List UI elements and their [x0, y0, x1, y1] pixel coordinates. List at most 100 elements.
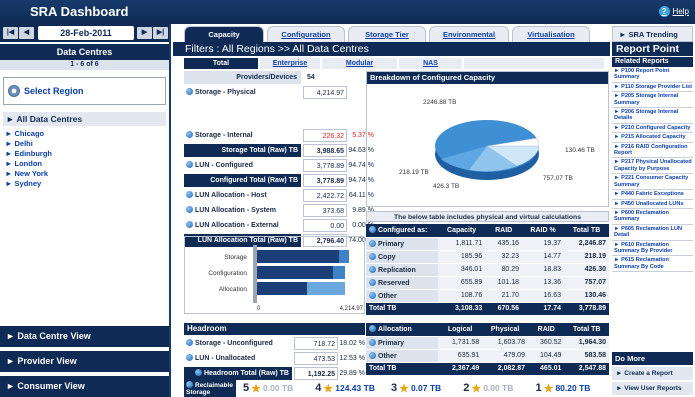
lun-configured-text: LUN - Configured — [195, 162, 253, 169]
report-link[interactable]: ► P600 Reclamation Summary — [612, 209, 693, 225]
col-physical: Physical — [482, 323, 528, 337]
row-label[interactable]: Copy — [366, 250, 438, 264]
storage-internal-label[interactable]: Storage - Internal — [184, 129, 301, 142]
tier-number: 3 — [390, 382, 398, 394]
storage-internal-text: Storage - Internal — [195, 132, 253, 139]
star-icon: ★ — [471, 382, 482, 395]
provider-view-button[interactable]: ► Provider View — [0, 351, 169, 372]
subtab-enterprise[interactable]: Enterprise — [260, 58, 320, 69]
tab-storage-tier[interactable]: Storage Tier — [348, 26, 426, 42]
cell: 3,778.89 — [564, 302, 609, 316]
data-centre-edinburgh[interactable]: ► Edinburgh — [5, 149, 169, 159]
report-link[interactable]: ► P110 Storage Provider List — [612, 83, 693, 93]
cell: 80.29 — [485, 263, 523, 277]
create-report-button[interactable]: ► Create a Report — [612, 367, 693, 380]
last-date-button[interactable]: ▶| — [153, 27, 168, 39]
data-centre-london[interactable]: ► London — [5, 159, 169, 169]
report-link[interactable]: ► P217 Physical Unallocated Capacity by … — [612, 158, 693, 175]
star-icon: ★ — [323, 382, 334, 395]
data-centre-chicago[interactable]: ► Chicago — [5, 129, 169, 139]
tab-environmental[interactable]: Environmental — [429, 26, 509, 42]
next-date-button[interactable]: ▶ — [137, 27, 152, 39]
report-link[interactable]: ► P450 Unallocated LUNs — [612, 200, 693, 209]
reclaim-link[interactable]: 124.43 TB — [335, 383, 375, 393]
report-link[interactable]: ► P210 Configured Capacity — [612, 124, 693, 134]
report-link[interactable]: ► P605 Reclamation LUN Detail — [612, 225, 693, 241]
all-data-centres[interactable]: ► All Data Centres — [3, 112, 166, 126]
reclaim-link[interactable]: 0.07 TB — [411, 383, 441, 393]
unconfigured-label[interactable]: Storage - Unconfigured — [184, 337, 292, 350]
configured-total-row: Configured Total (Raw) TB 3,778.89 94.74… — [184, 174, 374, 187]
col-allocation-label: Allocation — [378, 326, 412, 334]
data-centre-label: New York — [14, 169, 49, 178]
col-capacity: Capacity — [438, 224, 486, 238]
pie-chart-title: Breakdown of Configured Capacity — [367, 72, 608, 84]
lun-configured-label[interactable]: LUN - Configured — [184, 159, 301, 172]
headroom-total-text: Headroom Total (Raw) TB — [203, 370, 289, 377]
report-link[interactable]: ► P216 RAID Configuration Report — [612, 143, 693, 159]
lun-host-label[interactable]: LUN Allocation - Host — [184, 189, 301, 202]
row-label[interactable]: Other — [366, 289, 438, 303]
data-centre-sydney[interactable]: ► Sydney — [5, 179, 169, 189]
row-label-text: Reserved — [378, 279, 410, 287]
info-icon — [186, 88, 193, 95]
cell: 655.89 — [438, 276, 486, 290]
cell: 2,547.88 — [564, 362, 609, 376]
report-link[interactable]: ► P440 Fabric Exceptions — [612, 190, 693, 200]
lun-external-row: LUN Allocation - External 0.00 0.00 % — [184, 219, 374, 232]
table-header: Allocation Logical Physical RAID Total T… — [366, 323, 609, 337]
tab-capacity[interactable]: Capacity — [184, 26, 264, 42]
cell: 1,731.58 — [438, 336, 483, 350]
row-label[interactable]: Other — [366, 349, 438, 363]
row-label[interactable]: Primary — [366, 237, 438, 251]
col-logical: Logical — [438, 323, 483, 337]
subtab-total[interactable]: Total — [184, 58, 258, 69]
region-icon — [8, 85, 20, 97]
report-link[interactable]: ► P215 Allocated Capacity — [612, 133, 693, 143]
row-label[interactable]: Reserved — [366, 276, 438, 290]
report-link[interactable]: ► P221 Consumer Capacity Summary — [612, 174, 693, 191]
pie-label-other: 130.46 TB — [565, 147, 595, 154]
view-user-reports-button[interactable]: ► View User Reports — [612, 382, 693, 395]
cell: 130.46 — [564, 289, 609, 303]
consumer-view-button[interactable]: ► Consumer View — [0, 376, 169, 397]
reclaim-link[interactable]: 0.00 TB — [263, 383, 293, 393]
select-region-link[interactable]: Select Region — [24, 86, 84, 96]
cell: 14.77 — [522, 250, 565, 264]
subtab-modular[interactable]: Modular — [322, 58, 397, 69]
sra-trending-button[interactable]: ► SRA Trending — [612, 26, 693, 42]
row-label[interactable]: Replication — [366, 263, 438, 277]
reclaim-link[interactable]: 80.20 TB — [555, 383, 590, 393]
subtab-nas[interactable]: NAS — [399, 58, 462, 69]
help-link[interactable]: ? Help — [658, 6, 689, 17]
trending-label: SRA Trending — [628, 30, 678, 39]
related-reports: Related Reports ► P100 Report Point Summ… — [612, 57, 693, 273]
date-field[interactable]: 28-Feb-2011 — [38, 26, 134, 40]
help-icon: ? — [658, 6, 670, 17]
prev-date-button[interactable]: ◀ — [19, 27, 34, 39]
lun-external-label[interactable]: LUN Allocation - External — [184, 219, 301, 232]
storage-physical-label[interactable]: Storage - Physical — [184, 86, 301, 99]
pie-label-reserved: 757.07 TB — [543, 175, 573, 182]
row-label[interactable]: Primary — [366, 336, 438, 350]
cell: 635.91 — [438, 349, 483, 363]
row-label-text: Primary — [378, 339, 405, 347]
report-link[interactable]: ► P205 Storage Internal Summary — [612, 92, 693, 109]
report-link[interactable]: ► P615 Reclamation Summary By Code — [612, 256, 693, 273]
data-centre-delhi[interactable]: ► Delhi — [5, 139, 169, 149]
unallocated-label[interactable]: LUN - Unallocated — [184, 352, 292, 365]
pie-label-replication: 426.3 TB — [433, 183, 459, 190]
data-centre-label: Delhi — [14, 139, 33, 148]
first-date-button[interactable]: |◀ — [3, 27, 18, 39]
do-more-panel: Do More ► Create a Report ► View User Re… — [612, 352, 693, 395]
report-link[interactable]: ► P206 Storage Internal Details — [612, 108, 693, 124]
data-centre-view-button[interactable]: ► Data Centre View — [0, 326, 169, 347]
report-link[interactable]: ► P610 Reclamation Summary By Provider — [612, 241, 693, 257]
tab-virtualisation[interactable]: Virtualisation — [512, 26, 590, 42]
report-link[interactable]: ► P100 Report Point Summary — [612, 67, 693, 83]
reclaim-link[interactable]: 0.00 TB — [483, 383, 513, 393]
data-centre-new-york[interactable]: ► New York — [5, 169, 169, 179]
tab-configuration[interactable]: Configuration — [267, 26, 345, 42]
info-icon — [186, 339, 193, 346]
lun-system-label[interactable]: LUN Allocation - System — [184, 204, 301, 217]
